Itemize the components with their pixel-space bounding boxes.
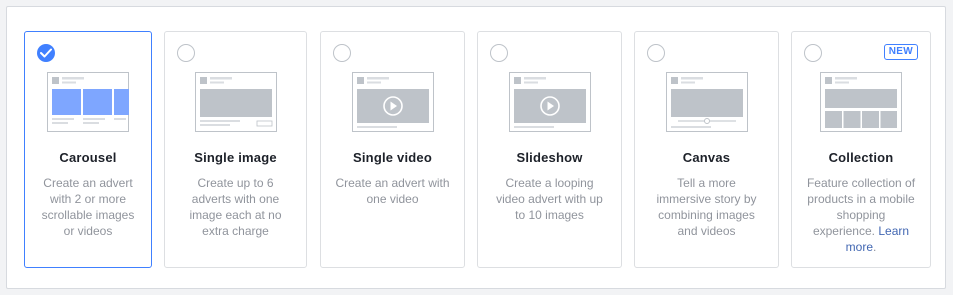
format-description: Create an advert with 2 or more scrollab… [41,176,135,238]
ad-format-panel: Carousel Create an advert with 2 or more… [6,6,946,289]
format-title: Single image [194,150,277,165]
format-title: Collection [828,150,894,165]
format-title: Canvas [682,150,731,165]
radio-canvas[interactable] [647,44,665,62]
format-card-single-image[interactable]: Single image Create up to 6 adverts with… [164,31,307,268]
canvas-thumbnail-icon [665,72,748,132]
radio-single-image[interactable] [177,44,195,62]
format-title: Slideshow [516,150,583,165]
checkmark-icon [40,48,52,58]
format-description: Create up to 6 adverts with one image ea… [189,176,282,238]
format-card-canvas[interactable]: Canvas Tell a more immersive story by co… [634,31,779,268]
radio-single-video[interactable] [333,44,351,62]
format-card-single-video[interactable]: Single video Create an advert with one v… [320,31,465,268]
new-badge: NEW [883,44,918,60]
format-card-collection[interactable]: NEW Collection Feature collection of pro… [791,31,931,268]
period-text: . [873,240,877,254]
format-title: Carousel [59,150,117,165]
radio-slideshow[interactable] [490,44,508,62]
format-description: Create an advert with one video [335,176,450,206]
slideshow-thumbnail-icon [508,72,591,132]
single-video-thumbnail-icon [351,72,434,132]
format-description: Create a looping video advert with up to… [496,176,603,222]
format-description: Feature collection of products in a mobi… [806,175,916,255]
carousel-thumbnail-icon [47,72,129,132]
radio-carousel[interactable] [37,44,55,62]
collection-thumbnail-icon [820,72,902,132]
format-title: Single video [353,150,432,165]
format-card-slideshow[interactable]: Slideshow Create a looping video advert … [477,31,622,268]
radio-collection[interactable] [804,44,822,62]
single-image-thumbnail-icon [194,72,277,132]
format-card-carousel[interactable]: Carousel Create an advert with 2 or more… [24,31,152,268]
format-description: Tell a more immersive story by combining… [656,176,757,238]
